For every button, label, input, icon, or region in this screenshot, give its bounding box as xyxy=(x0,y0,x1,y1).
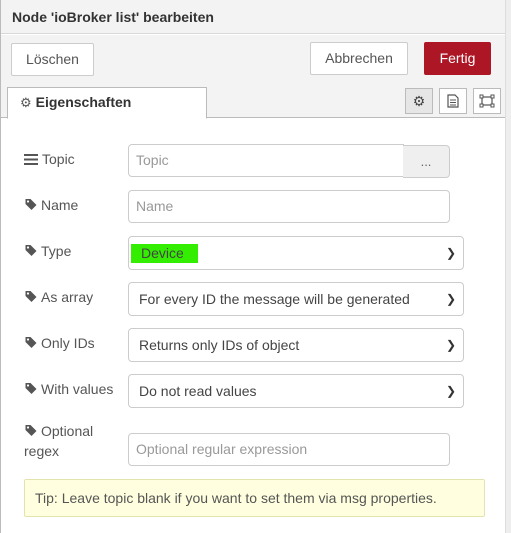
tag-icon xyxy=(25,425,37,436)
tag-icon xyxy=(25,245,37,256)
tab-properties[interactable]: ⚙ Eigenschaften xyxy=(7,87,207,119)
with-values-select[interactable]: Do not read values ❯ xyxy=(128,374,464,408)
type-select[interactable]: Device ❯ xyxy=(128,236,464,270)
tag-icon xyxy=(25,291,37,302)
document-icon xyxy=(447,94,459,108)
regex-label-line2: regex xyxy=(24,443,60,459)
dialog-title: Node 'ioBroker list' bearbeiten xyxy=(12,9,214,25)
regex-input[interactable]: Optional regular expression xyxy=(128,433,450,466)
chevron-down-icon: ❯ xyxy=(445,292,456,306)
tip-box: Tip: Leave topic blank if you want to se… xyxy=(24,479,485,517)
only-ids-label: Only IDs xyxy=(24,335,95,351)
gear-icon: ⚙ xyxy=(20,95,32,110)
regex-label: Optional regex xyxy=(24,421,93,461)
only-ids-select-value: Returns only IDs of object xyxy=(139,337,300,353)
as-array-select[interactable]: For every ID the message will be generat… xyxy=(128,282,464,316)
only-ids-select[interactable]: Returns only IDs of object ❯ xyxy=(128,328,464,362)
as-array-label-text: As array xyxy=(41,289,94,305)
cancel-button[interactable]: Abbrechen xyxy=(310,42,408,75)
topic-browse-button[interactable]: ... xyxy=(403,145,450,178)
tab-description[interactable] xyxy=(439,88,467,114)
chevron-down-icon: ❯ xyxy=(445,338,456,352)
type-select-value: Device xyxy=(131,244,198,263)
regex-placeholder: Optional regular expression xyxy=(136,441,308,457)
type-label: Type xyxy=(24,243,71,259)
delete-button[interactable]: Löschen xyxy=(11,43,94,76)
tab-row: ⚙ Eigenschaften ⚙ xyxy=(1,84,505,119)
list-icon xyxy=(24,154,38,165)
topic-input[interactable]: Topic xyxy=(128,144,404,177)
tag-icon xyxy=(25,199,37,210)
name-placeholder: Name xyxy=(136,198,174,214)
topic-label-text: Topic xyxy=(42,151,75,167)
with-values-select-value: Do not read values xyxy=(139,383,257,399)
appearance-icon xyxy=(479,94,495,108)
topic-label: Topic xyxy=(24,151,75,167)
name-label: Name xyxy=(24,197,78,213)
chevron-down-icon: ❯ xyxy=(445,246,456,260)
tag-icon xyxy=(25,337,37,348)
tag-icon xyxy=(25,383,37,394)
name-label-text: Name xyxy=(41,197,79,213)
chevron-down-icon: ❯ xyxy=(445,384,456,398)
done-button[interactable]: Fertig xyxy=(424,42,491,75)
tab-properties-label: Eigenschaften xyxy=(35,94,132,110)
with-values-label: With values xyxy=(24,381,113,397)
tip-text: Tip: Leave topic blank if you want to se… xyxy=(35,490,437,506)
as-array-label: As array xyxy=(24,289,93,305)
type-label-text: Type xyxy=(41,243,72,259)
with-values-label-text: With values xyxy=(41,381,114,397)
tab-appearance[interactable] xyxy=(473,88,501,114)
scrollbar-track[interactable] xyxy=(505,0,511,533)
only-ids-label-text: Only IDs xyxy=(41,335,95,351)
button-bar: Löschen Abbrechen Fertig xyxy=(1,35,505,84)
name-input[interactable]: Name xyxy=(128,190,450,223)
tab-settings[interactable]: ⚙ xyxy=(405,88,433,114)
properties-panel: Topic Topic ... Name Name Type Device ❯ … xyxy=(1,119,505,533)
topic-placeholder: Topic xyxy=(136,152,169,168)
dialog-title-bar: Node 'ioBroker list' bearbeiten xyxy=(1,0,505,34)
as-array-select-value: For every ID the message will be generat… xyxy=(139,291,410,307)
gear-icon: ⚙ xyxy=(412,92,426,109)
regex-label-line1: Optional xyxy=(41,423,94,439)
